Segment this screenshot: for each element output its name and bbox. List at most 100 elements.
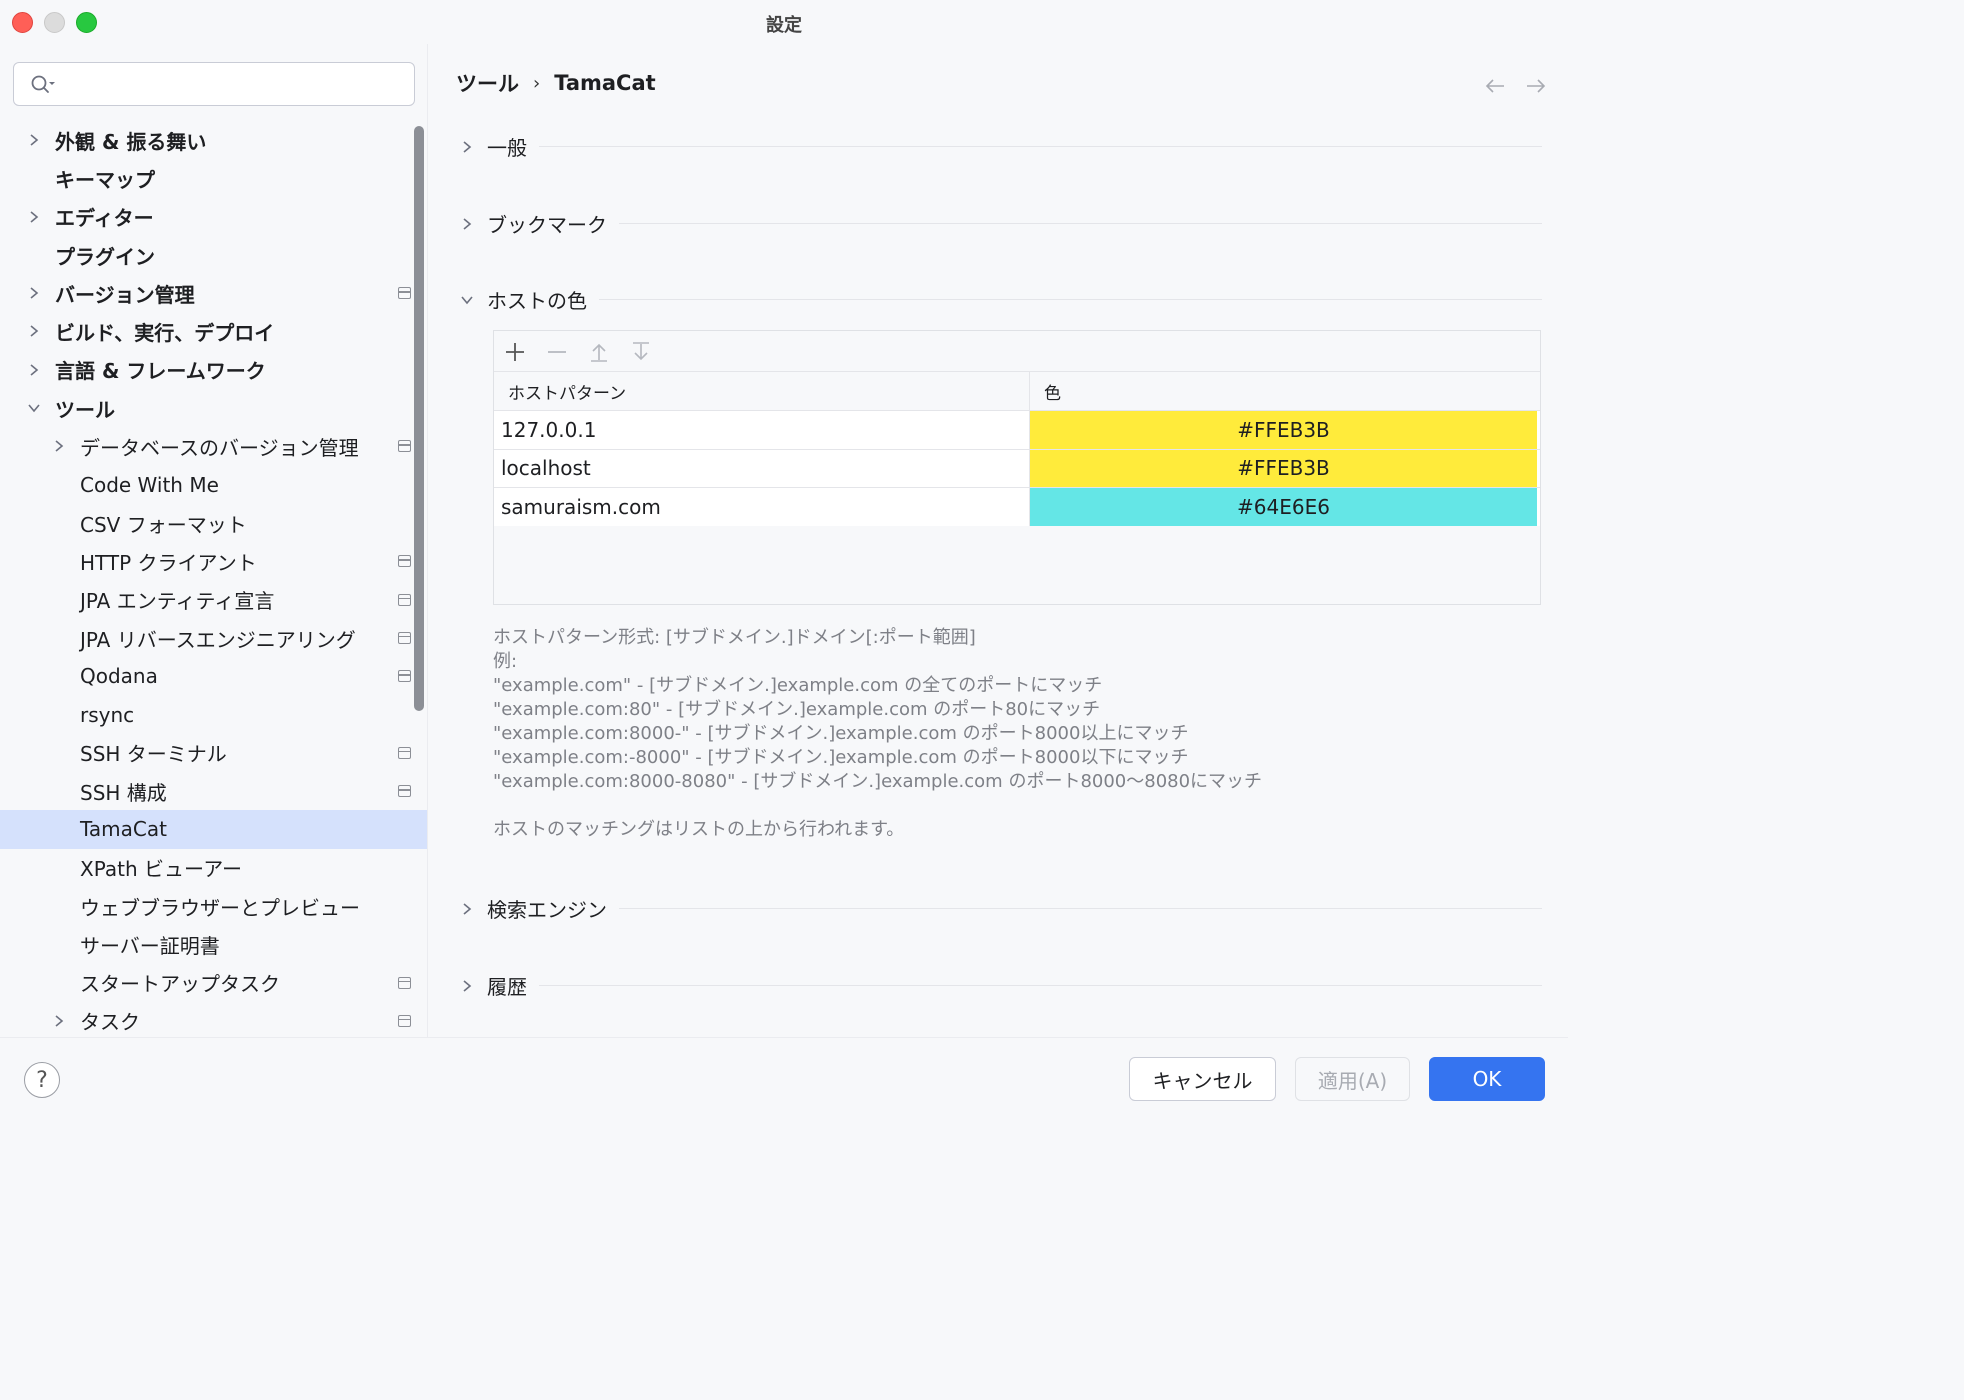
project-scope-icon bbox=[398, 631, 411, 644]
chevron-right-icon[interactable] bbox=[26, 362, 42, 378]
help-button[interactable]: ? bbox=[24, 1062, 60, 1098]
sidebar-item[interactable]: ウェブブラウザーとプレビュー bbox=[0, 887, 427, 925]
chevron-right-icon[interactable] bbox=[26, 323, 42, 339]
sidebar-item-label: Qodana bbox=[80, 664, 158, 689]
sidebar-item-label: ツール bbox=[55, 397, 115, 422]
project-scope-icon bbox=[398, 785, 411, 798]
chevron-right-icon[interactable] bbox=[51, 438, 67, 454]
project-scope-icon bbox=[398, 555, 411, 568]
sidebar-item[interactable]: ビルド、実行、デプロイ bbox=[0, 312, 427, 350]
host-cell[interactable]: 127.0.0.1 bbox=[494, 411, 1030, 449]
sidebar-item-label: サーバー証明書 bbox=[80, 933, 220, 958]
sidebar-item[interactable]: サーバー証明書 bbox=[0, 925, 427, 963]
sidebar-item-label: プラグイン bbox=[55, 244, 155, 269]
sidebar-item[interactable]: JPA エンティティ宣言 bbox=[0, 581, 427, 619]
sidebar-item[interactable]: SSH ターミナル bbox=[0, 734, 427, 772]
search-icon[interactable] bbox=[30, 74, 56, 96]
sidebar-item[interactable]: HTTP クライアント bbox=[0, 542, 427, 580]
sidebar-item-label: 言語 & フレームワーク bbox=[55, 359, 266, 384]
sidebar-item-label: CSV フォーマット bbox=[80, 512, 247, 537]
project-scope-icon bbox=[398, 440, 411, 453]
sidebar-item[interactable]: CSV フォーマット bbox=[0, 504, 427, 542]
chevron-right-icon[interactable] bbox=[26, 132, 42, 148]
chevron-down-icon[interactable] bbox=[26, 400, 42, 416]
help-example: "example.com:8000-" - [サブドメイン.]example.c… bbox=[493, 723, 1189, 744]
color-cell[interactable]: #64E6E6 bbox=[1030, 488, 1537, 526]
column-header-color[interactable]: 色 bbox=[1030, 371, 1540, 411]
sidebar-item[interactable]: プラグイン bbox=[0, 236, 427, 274]
project-scope-icon bbox=[398, 593, 411, 606]
move-down-icon[interactable] bbox=[628, 339, 654, 365]
section-host-colors[interactable]: ホストの色 bbox=[459, 285, 1542, 314]
sidebar-item-label: SSH 構成 bbox=[80, 780, 167, 805]
chevron-right-icon bbox=[463, 902, 472, 915]
forward-arrow-icon[interactable] bbox=[1524, 76, 1548, 96]
cancel-button[interactable]: キャンセル bbox=[1129, 1057, 1276, 1101]
ok-button[interactable]: OK bbox=[1429, 1057, 1545, 1101]
table-toolbar bbox=[494, 331, 1540, 371]
sidebar-item[interactable]: TamaCat bbox=[0, 810, 427, 849]
section-search-engine[interactable]: 検索エンジン bbox=[459, 894, 1542, 923]
sidebar-item-label: 外観 & 振る舞い bbox=[55, 129, 207, 154]
column-header-host-pattern[interactable]: ホストパターン bbox=[494, 371, 1030, 411]
sidebar-item[interactable]: JPA リバースエンジニアリング bbox=[0, 619, 427, 657]
host-cell[interactable]: samuraism.com bbox=[494, 488, 1030, 526]
section-divider bbox=[619, 908, 1542, 909]
sidebar-item[interactable]: スタートアップタスク bbox=[0, 964, 427, 1002]
color-cell[interactable]: #FFEB3B bbox=[1030, 449, 1537, 487]
breadcrumb: ツール › TamaCat bbox=[456, 68, 656, 98]
table-row[interactable]: 127.0.0.1 #FFEB3B bbox=[494, 411, 1540, 450]
sidebar-item-label: JPA エンティティ宣言 bbox=[80, 589, 275, 614]
settings-search-input[interactable] bbox=[13, 62, 415, 106]
chevron-right-icon[interactable] bbox=[51, 1013, 67, 1029]
sidebar-item-label: TamaCat bbox=[80, 817, 167, 842]
chevron-right-icon[interactable] bbox=[26, 209, 42, 225]
section-bookmarks[interactable]: ブックマーク bbox=[459, 209, 1542, 238]
back-arrow-icon[interactable] bbox=[1483, 76, 1507, 96]
color-cell[interactable]: #FFEB3B bbox=[1030, 411, 1537, 449]
sidebar-item[interactable]: キーマップ bbox=[0, 159, 427, 197]
chevron-right-icon bbox=[463, 140, 472, 153]
help-example: "example.com" - [サブドメイン.]example.com の全て… bbox=[493, 675, 1103, 696]
sidebar-item-label: スタートアップタスク bbox=[80, 972, 280, 997]
section-divider bbox=[539, 146, 1542, 147]
sidebar-scrollbar[interactable] bbox=[414, 126, 424, 711]
sidebar-item[interactable]: SSH 構成 bbox=[0, 772, 427, 810]
section-general[interactable]: 一般 bbox=[459, 132, 1542, 161]
remove-icon[interactable] bbox=[544, 339, 570, 365]
section-title: ホストの色 bbox=[487, 289, 587, 313]
sidebar-item-label: ビルド、実行、デプロイ bbox=[55, 321, 275, 346]
host-cell[interactable]: localhost bbox=[494, 449, 1030, 487]
sidebar-item[interactable]: 外観 & 振る舞い bbox=[0, 121, 427, 159]
apply-button[interactable]: 適用(A) bbox=[1295, 1057, 1410, 1101]
chevron-right-icon[interactable] bbox=[26, 285, 42, 301]
sidebar-item[interactable]: データベースのバージョン管理 bbox=[0, 427, 427, 465]
sidebar-item[interactable]: タスク bbox=[0, 1002, 427, 1037]
sidebar-item[interactable]: エディター bbox=[0, 198, 427, 236]
window-title: 設定 bbox=[766, 15, 802, 36]
move-up-icon[interactable] bbox=[586, 339, 612, 365]
table-row[interactable]: localhost #FFEB3B bbox=[494, 449, 1540, 488]
section-title: 一般 bbox=[487, 136, 527, 160]
project-scope-icon bbox=[398, 670, 411, 683]
add-icon[interactable] bbox=[502, 339, 528, 365]
table-row[interactable]: samuraism.com #64E6E6 bbox=[494, 488, 1540, 527]
breadcrumb-parent[interactable]: ツール bbox=[456, 68, 519, 98]
settings-sidebar: 外観 & 振る舞いキーマップ エディタープラグインバージョン管理ビルド、実行、デプ… bbox=[0, 44, 428, 1037]
sidebar-item-label: HTTP クライアント bbox=[80, 550, 257, 575]
sidebar-item[interactable]: バージョン管理 bbox=[0, 274, 427, 312]
chevron-right-icon bbox=[463, 979, 472, 992]
section-history[interactable]: 履歴 bbox=[459, 971, 1542, 1000]
sidebar-item[interactable]: Code With Me bbox=[0, 466, 427, 504]
chevron-down-icon bbox=[461, 295, 473, 304]
sidebar-item[interactable]: ツール bbox=[0, 389, 427, 427]
sidebar-item[interactable]: XPath ビューアー bbox=[0, 849, 427, 887]
sidebar-item[interactable]: rsync bbox=[0, 695, 427, 733]
sidebar-item[interactable]: 言語 & フレームワーク bbox=[0, 351, 427, 389]
table-empty-area[interactable] bbox=[494, 526, 1540, 604]
host-color-table: ホストパターン 色 127.0.0.1 #FFEB3B localhost #F… bbox=[493, 330, 1541, 605]
sidebar-item-label: バージョン管理 bbox=[55, 282, 195, 307]
section-divider bbox=[619, 223, 1542, 224]
help-format: ホストパターン形式: [サブドメイン.]ドメイン[:ポート範囲] bbox=[493, 627, 976, 648]
sidebar-item[interactable]: Qodana bbox=[0, 657, 427, 695]
